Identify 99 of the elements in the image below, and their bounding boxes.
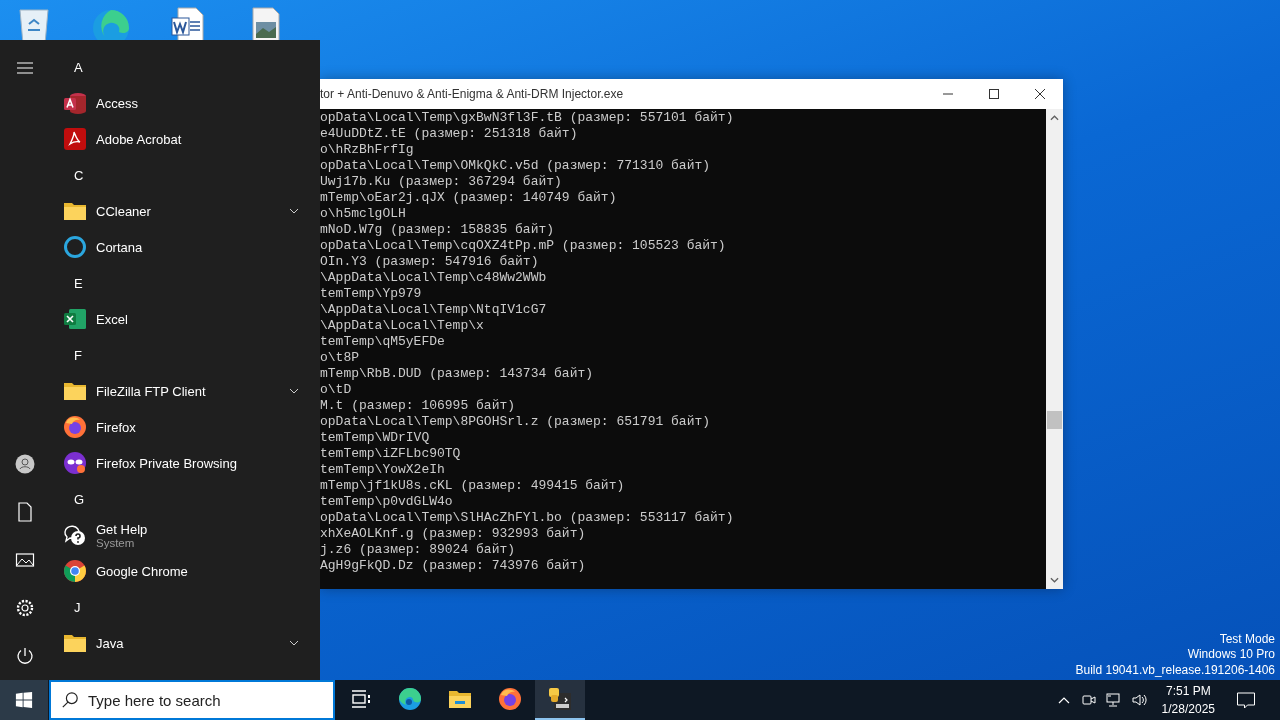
console-line: mTemp\jf1kU8s.cKL (размер: 499415 байт) [320, 478, 625, 494]
console-line: o\t8P [320, 350, 359, 366]
console-line: \AppData\Local\Temp\c48Ww2WWb [320, 270, 547, 286]
app-name: FileZilla FTP Client [96, 383, 207, 399]
console-line: Uwj17b.Ku (размер: 367294 байт) [320, 174, 562, 190]
app-list-item[interactable]: Access [50, 85, 306, 121]
search-field[interactable]: Type here to search [49, 680, 335, 720]
console-line: opData\Local\Temp\cqOXZ4tPp.mP (размер: 105523 байт) [320, 238, 726, 254]
scrollbar-thumb[interactable] [1047, 411, 1062, 429]
volume-icon[interactable] [1130, 692, 1147, 708]
pdf-icon [63, 127, 87, 151]
app-name: Java [96, 635, 125, 651]
scrollbar[interactable] [1046, 109, 1063, 589]
desktop-watermark-text: Build 19041.vb_release.191206-1406 [1075, 662, 1275, 678]
maximize-icon [989, 89, 999, 99]
console-line: AgH9gFkQD.Dz (размер: 743976 байт) [320, 558, 586, 574]
console-line: temTemp\Yp979 [320, 286, 422, 302]
app-name: Firefox [96, 419, 137, 435]
console-line: opData\Local\Temp\OMkQkC.v5d (размер: 771310 байт) [320, 158, 711, 174]
group-letter[interactable]: J [74, 599, 81, 615]
search-icon [61, 691, 79, 709]
notification-icon[interactable] [1236, 690, 1256, 710]
app-name: CCleaner [96, 203, 152, 219]
console-line: OIn.Y3 (размер: 547916 байт) [320, 254, 539, 270]
console-line: mTemp\RbB.DUD (размер: 143734 байт) [320, 366, 594, 382]
console-line: \AppData\Local\Temp\NtqIV1cG7 [320, 302, 547, 318]
console-line: temTemp\YowX2eIh [320, 462, 445, 478]
pictures-icon[interactable] [15, 550, 35, 570]
app-list-item[interactable]: Java [50, 625, 306, 661]
chevron-down-icon[interactable] [289, 208, 299, 214]
desktop-watermark-text: Windows 10 Pro [1187, 647, 1275, 663]
app-name: Get Help [96, 521, 149, 537]
start-button[interactable] [0, 680, 48, 720]
app-list-item[interactable]: Google Chrome [50, 553, 306, 589]
windows-logo-icon [15, 691, 33, 709]
console-line: o\hRzBhFrfIg [320, 142, 414, 158]
app-name: Adobe Acrobat [96, 131, 183, 147]
group-letter[interactable]: G [74, 491, 85, 507]
console-line: o\tD [320, 382, 352, 398]
console-line: opData\Local\Temp\8PGOHSrl.z (размер: 651791 байт) [320, 414, 711, 430]
scroll-up-icon[interactable] [1050, 115, 1059, 121]
document-icon[interactable] [15, 502, 35, 522]
app-subtitle: System [96, 536, 135, 549]
app-name: Firefox Private Browsing [96, 455, 238, 471]
window-title: tor + Anti-Denuvo & Anti-Enigma & Anti-DRM Injector.exe [320, 87, 624, 101]
app-name: Google Chrome [96, 563, 189, 579]
group-letter[interactable]: F [74, 347, 82, 363]
console-line: temTemp\qM5yEFDe [320, 334, 445, 350]
app-name: Excel [96, 311, 129, 327]
help-bubble-icon [63, 523, 87, 547]
app-list-item[interactable]: Get Help System [50, 517, 306, 553]
console-line: temTemp\iZFLbc90TQ [320, 446, 461, 462]
console-line: \AppData\Local\Temp\x [320, 318, 484, 334]
app-list-item[interactable]: Firefox [50, 409, 306, 445]
app-name: Access [96, 95, 139, 111]
console-line: j.z6 (размер: 89024 байт) [320, 542, 516, 558]
desktop-watermark-text: Test Mode [1219, 631, 1275, 647]
power-icon[interactable] [15, 646, 35, 666]
console-line: xhXeAOLKnf.g (размер: 932993 байт) [320, 526, 586, 542]
ring-icon [63, 235, 87, 259]
swirl-icon [398, 687, 422, 711]
browser-wheel-icon [63, 559, 87, 583]
chevron-down-icon[interactable] [289, 388, 299, 394]
app-list-item[interactable]: FileZilla FTP Client [50, 373, 306, 409]
spreadsheet-icon [63, 307, 87, 331]
console-line: opData\Local\Temp\gxBwN3fl3F.tB (размер: 557101 байт) [320, 110, 734, 126]
clock-time: 7:51 PM [1165, 683, 1211, 700]
mask-icon [63, 451, 87, 475]
group-letter[interactable]: A [74, 59, 83, 75]
user-avatar-icon[interactable] [15, 454, 35, 474]
browser-fox-icon [498, 687, 522, 711]
console-line: mNoD.W7g (размер: 158835 байт) [320, 222, 555, 238]
console-line: temTemp\WDrIVQ [320, 430, 430, 446]
console-line: mTemp\oEar2j.qJX (размер: 140749 байт) [320, 190, 617, 206]
console-line: M.t (размер: 106995 байт) [320, 398, 516, 414]
app-list-item[interactable]: Firefox Private Browsing [50, 445, 306, 481]
taskbar-app-button[interactable] [535, 680, 585, 720]
app-name: Cortana [96, 239, 144, 255]
settings-icon[interactable] [15, 598, 35, 618]
clock[interactable]: 7:51 PM 1/28/2025 [1161, 682, 1215, 718]
console-line: opData\Local\Temp\SlHAcZhFYl.bo (размер: 553117 байт) [320, 510, 734, 526]
chevron-down-icon[interactable] [289, 640, 299, 646]
group-letter[interactable]: E [74, 275, 83, 291]
scroll-down-icon[interactable] [1050, 577, 1059, 583]
app-list-item[interactable]: CCleaner [50, 193, 306, 229]
group-letter[interactable]: C [74, 167, 84, 183]
console-app-icon [548, 687, 572, 711]
app-list-item[interactable]: Cortana [50, 229, 306, 265]
camera-icon[interactable] [1080, 692, 1097, 708]
clock-date: 1/28/2025 [1161, 701, 1215, 718]
console-line: e4UuDDtZ.tE (размер: 251318 байт) [320, 126, 578, 142]
database-icon [63, 91, 87, 115]
app-list-item[interactable]: Adobe Acrobat [50, 121, 306, 157]
close-icon [1035, 89, 1045, 99]
console-line: o\h5mclgOLH [320, 206, 406, 222]
network-icon[interactable] [1105, 692, 1122, 708]
console-line: temTemp\p0vdGLW4o [320, 494, 453, 510]
app-list-item[interactable]: Excel [50, 301, 306, 337]
browser-fox-icon [63, 415, 87, 439]
